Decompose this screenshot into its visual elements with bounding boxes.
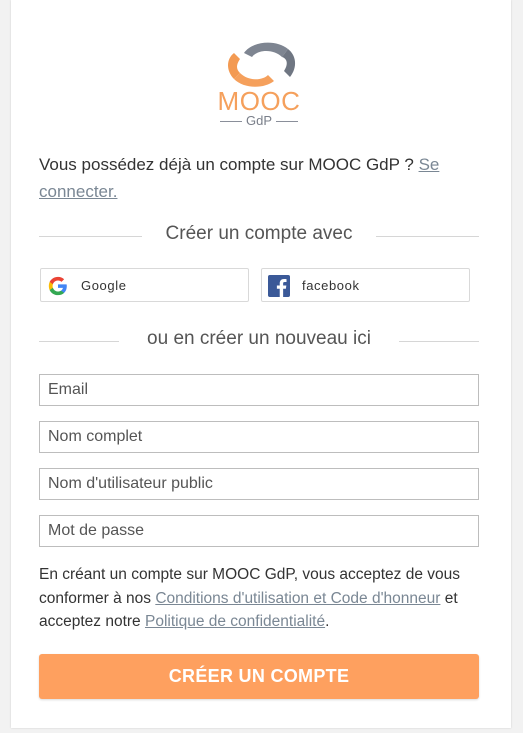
divider-line-right [399,341,479,342]
email-field[interactable] [39,374,479,406]
facebook-signup-button[interactable]: facebook [261,268,470,302]
divider-line-right [376,236,479,237]
facebook-icon [268,275,290,297]
google-button-label: Google [81,278,127,293]
privacy-policy-link[interactable]: Politique de confidentialité [145,613,325,630]
register-card: MOOC GdP Vous possédez déjà un compte su… [11,0,511,728]
register-section-heading: ou en créer un nouveau ici [147,328,371,349]
password-field[interactable] [39,515,479,547]
logo-subtitle: GdP [214,113,304,129]
create-account-button[interactable]: CRÉER UN COMPTE [39,654,479,699]
social-section-heading: Créer un compte avec [165,223,353,244]
register-section-divider: ou en créer un nouveau ici [39,328,479,354]
logo-divider-right [276,121,298,122]
social-section-divider: Créer un compte avec [39,223,479,249]
terms-notice: En créant un compte sur MOOC GdP, vous a… [39,563,479,634]
mooc-logo: MOOC GdP [214,37,304,132]
fullname-field[interactable] [39,421,479,453]
facebook-button-label: facebook [302,278,360,293]
username-field[interactable] [39,468,479,500]
terms-suffix: . [325,613,330,630]
terms-of-service-link[interactable]: Conditions d'utilisation et Code d'honne… [155,590,440,607]
google-icon [48,276,67,296]
signin-prompt-text: Vous possédez déjà un compte sur MOOC Gd… [39,155,419,174]
signin-prompt: Vous possédez déjà un compte sur MOOC Gd… [39,151,479,205]
google-signup-button[interactable]: Google [40,268,249,302]
